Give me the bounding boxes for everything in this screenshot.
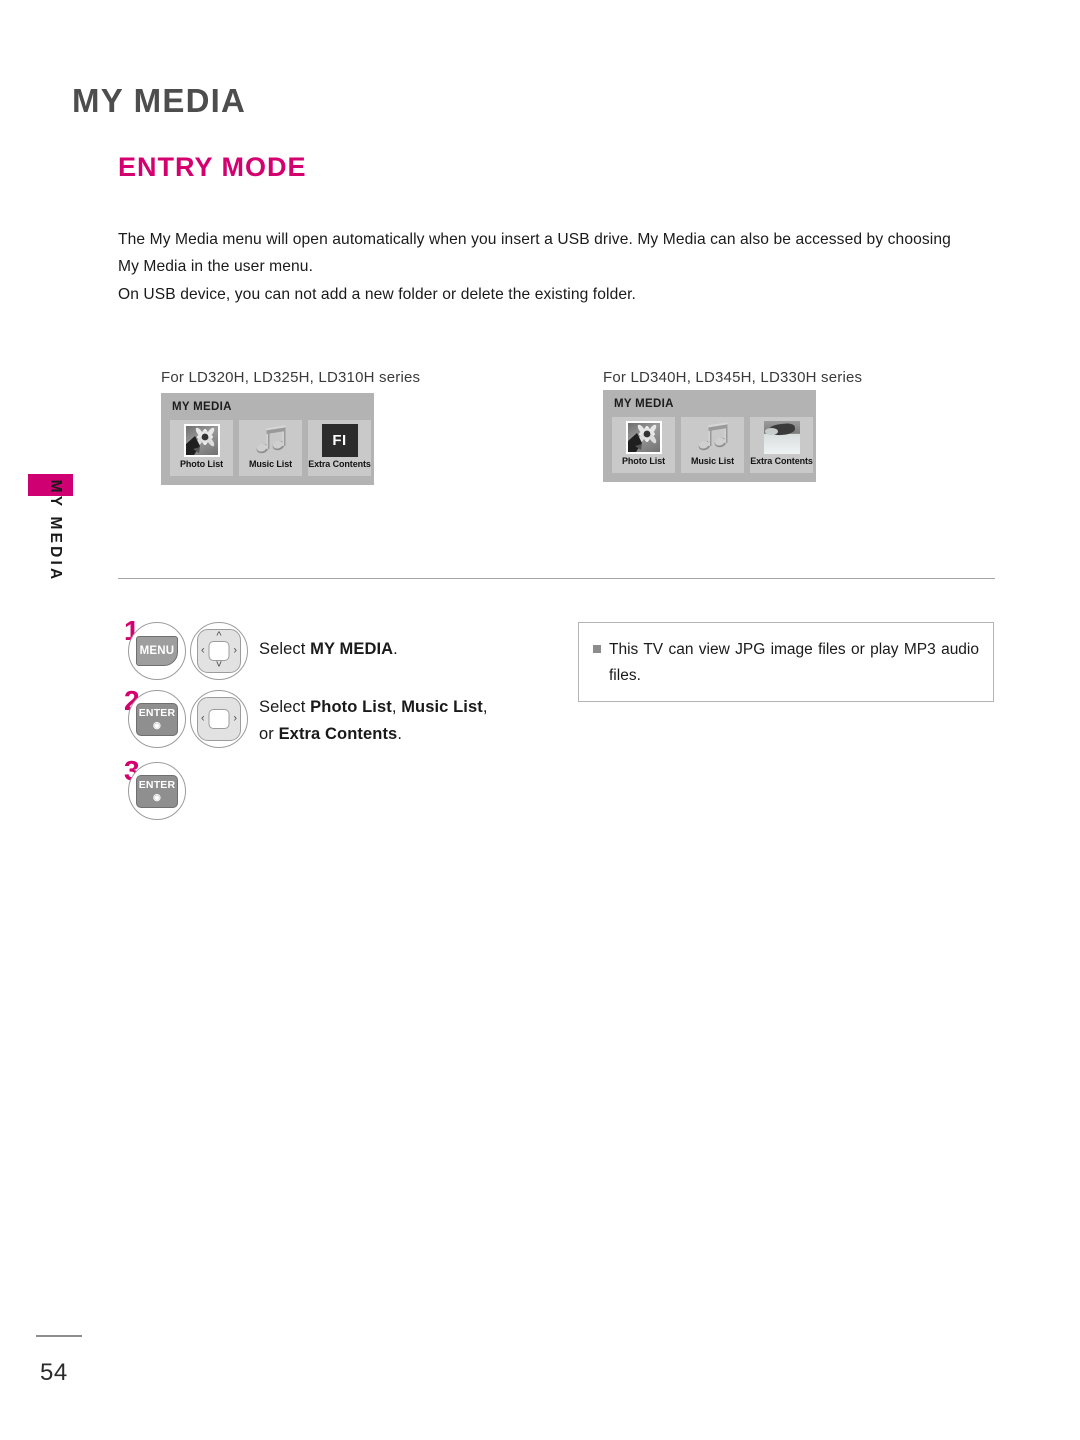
- step-2-or: or: [259, 725, 279, 743]
- enter-dot-icon: ◉: [152, 791, 162, 802]
- fi-logo-icon: FI: [321, 424, 358, 457]
- step-2-bold-photo: Photo List: [310, 698, 392, 716]
- step-2-line-1: Select Photo List, Music List,: [259, 694, 488, 721]
- page-title: ENTRY MODE: [118, 152, 307, 182]
- enter-key[interactable]: ENTER ◉: [128, 762, 186, 820]
- intro-paragraph-2: On USB device, you can not add a new fol…: [118, 286, 636, 303]
- step-1-bold: MY MEDIA: [310, 640, 394, 658]
- tile-extra-contents[interactable]: FI Extra Contents: [308, 420, 371, 476]
- enter-key-body: ENTER ◉: [136, 702, 178, 736]
- fi-logo-text: FI: [332, 432, 347, 449]
- mockup-caption-2: For LD340H, LD345H, LD330H series: [603, 369, 863, 386]
- nav-wheel-4way[interactable]: ^ ˅ ‹ ›: [190, 622, 248, 680]
- section-divider: [118, 578, 995, 579]
- chapter-title: MY MEDIA: [72, 82, 247, 119]
- tile-label: Extra Contents: [308, 459, 371, 469]
- chevron-left-icon: ‹: [201, 712, 205, 725]
- photo-thumbnail-icon: [625, 421, 662, 454]
- tile-label: Music List: [690, 456, 734, 466]
- nav-center-button[interactable]: [208, 641, 230, 661]
- intro-paragraph-1: The My Media menu will open automaticall…: [118, 231, 951, 275]
- music-note-icon: [695, 421, 731, 454]
- square-bullet-icon: [593, 645, 601, 653]
- mockup-tiles-1: Photo List Music List FI Extra Contents: [170, 420, 371, 476]
- note-text: This TV can view JPG image files or play…: [609, 641, 979, 684]
- chevron-down-icon: ˅: [215, 659, 223, 671]
- menu-key-label: MENU: [136, 636, 178, 666]
- tile-photo-list[interactable]: Photo List: [612, 417, 675, 473]
- note-box: This TV can view JPG image files or play…: [578, 622, 994, 702]
- tile-label: Photo List: [180, 459, 223, 469]
- nav-wheel-body[interactable]: ‹ ›: [197, 697, 241, 741]
- chevron-right-icon: ›: [233, 644, 237, 657]
- enter-key-label: ENTER: [138, 779, 176, 792]
- nav-center-button[interactable]: [208, 709, 230, 729]
- image-thumbnail-icon: [763, 421, 800, 454]
- mockup-tiles-2: Photo List Music List Extra Contents: [612, 417, 813, 473]
- footer-rule: [36, 1335, 82, 1337]
- intro-block: The My Media menu will open automaticall…: [118, 226, 956, 308]
- mockup-screen-2: MY MEDIA Photo List Music List Extra Con…: [603, 390, 816, 482]
- tile-photo-list[interactable]: Photo List: [170, 420, 233, 476]
- menu-key[interactable]: MENU: [128, 622, 186, 680]
- step-2-mid: ,: [391, 698, 402, 716]
- chevron-left-icon: ‹: [201, 644, 205, 657]
- tile-music-list[interactable]: Music List: [239, 420, 302, 476]
- enter-key-body: ENTER ◉: [136, 774, 178, 808]
- tile-label: Music List: [248, 459, 292, 469]
- mockup-screen-1: MY MEDIA Photo List Music List FI Extra …: [161, 393, 374, 485]
- nav-wheel-lr[interactable]: ‹ ›: [190, 690, 248, 748]
- mockup-caption-1: For LD320H, LD325H, LD310H series: [161, 369, 421, 386]
- chevron-right-icon: ›: [233, 712, 237, 725]
- photo-thumbnail-icon: [183, 424, 220, 457]
- step-2-bold-music: Music List: [401, 698, 483, 716]
- step-1-text: Select MY MEDIA.: [259, 636, 398, 663]
- enter-dot-icon: ◉: [152, 719, 162, 730]
- note-inner: This TV can view JPG image files or play…: [593, 637, 979, 689]
- mockup-screen-title-1: MY MEDIA: [172, 401, 232, 413]
- enter-key-label: ENTER: [138, 707, 176, 720]
- step-2-bold-extra: Extra Contents: [278, 725, 398, 743]
- manual-page: MY MEDIA MY MEDIA ENTRY MODE The My Medi…: [0, 0, 1080, 1440]
- step-2-line-2: or Extra Contents.: [259, 721, 402, 748]
- step-2-prefix: Select: [259, 698, 311, 716]
- step-1-prefix: Select: [259, 640, 311, 658]
- mockup-screen-title-2: MY MEDIA: [614, 398, 674, 410]
- enter-key[interactable]: ENTER ◉: [128, 690, 186, 748]
- nav-wheel-body[interactable]: ^ ˅ ‹ ›: [197, 629, 241, 673]
- tile-music-list[interactable]: Music List: [681, 417, 744, 473]
- step-1-suffix: .: [393, 640, 398, 658]
- tile-extra-contents[interactable]: Extra Contents: [750, 417, 813, 473]
- step-2-period: .: [397, 725, 403, 743]
- music-note-icon: [253, 424, 289, 457]
- sidebar-vertical-label: MY MEDIA: [47, 479, 64, 583]
- step-2-comma: ,: [482, 698, 488, 716]
- tile-label: Extra Contents: [750, 456, 813, 466]
- tile-label: Photo List: [622, 456, 665, 466]
- chevron-up-icon: ^: [216, 630, 222, 642]
- page-number: 54: [40, 1359, 68, 1386]
